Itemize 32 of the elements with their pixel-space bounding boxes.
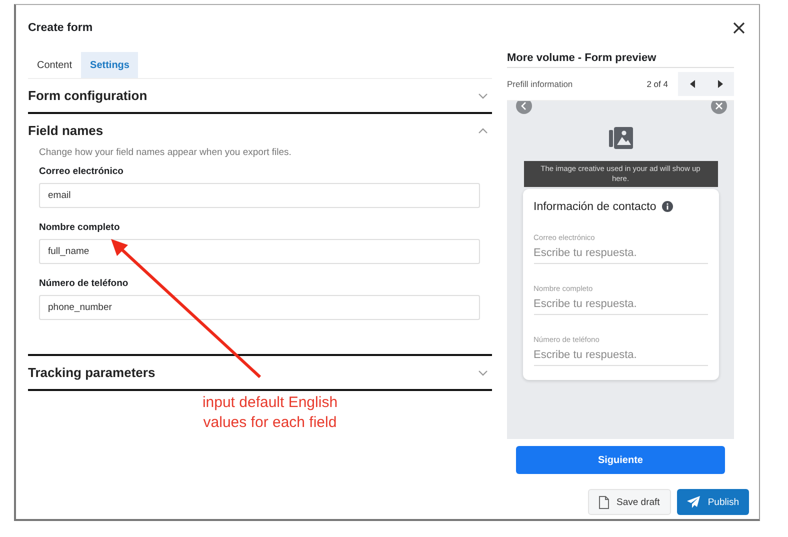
info-icon [662,201,674,212]
image-icon [608,127,632,149]
chevron-down-icon [478,92,488,98]
page-counter: 2 of 4 [646,78,668,88]
save-draft-button[interactable]: Save draft [588,489,671,515]
section-header[interactable]: Tracking parameters [28,356,492,389]
publish-button[interactable]: Publish [676,489,749,515]
preview-title: More volume - Form preview [507,52,734,68]
input-field[interactable]: phone_number [39,295,480,320]
field-label: Nombre completo [39,222,121,233]
section-header[interactable]: Field names [28,114,492,147]
section-description: Change how your field names appear when you export files. [39,147,292,158]
triangle-left-icon [690,80,694,88]
annotation-text: input default English values for each field [201,393,339,433]
step-label: Prefill information [507,78,574,88]
field-label: Número de teléfono [39,278,130,289]
chevron-down-icon [478,370,488,376]
card-title: Información de contacto [534,200,656,212]
triangle-right-icon [718,80,722,88]
next-button[interactable]: Siguiente [516,446,725,474]
section-header[interactable]: Form configuration [28,79,492,112]
input-field[interactable]: full_name [39,239,480,264]
chevron-up-icon [478,128,488,134]
tab[interactable]: Settings [81,52,138,78]
window-title: Create form [28,22,93,34]
input-field[interactable]: email [39,183,480,208]
field-label: Correo electrónico [39,166,124,177]
paper-plane-icon [686,496,700,508]
close-icon[interactable] [733,22,745,34]
document-icon [598,496,609,508]
tab[interactable]: Content [28,52,82,78]
back-icon[interactable] [516,101,532,114]
